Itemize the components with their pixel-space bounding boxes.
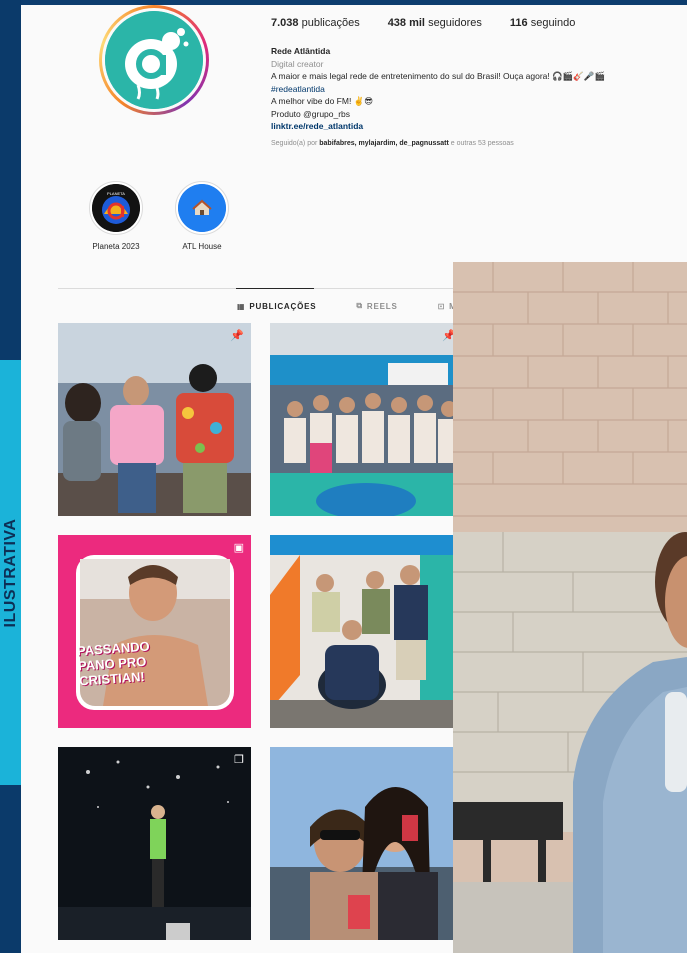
ilustrativa-label: ILUSTRATIVA: [1, 518, 19, 627]
atlantida-logo-icon: [105, 11, 203, 109]
reels-icon: ⧉: [356, 301, 363, 310]
post-image-concert: [58, 747, 251, 940]
bio-line-2: A melhor vibe do FM! ✌️😎: [271, 96, 374, 106]
following-count[interactable]: 116 seguindo: [510, 17, 575, 29]
followers-count[interactable]: 438 mil seguidores: [388, 17, 482, 29]
post-image-reel-cristian: [58, 535, 251, 728]
bio-link[interactable]: linktr.ee/rede_atlantida: [271, 120, 671, 133]
followed-by[interactable]: Seguido(a) por babifabres, mylajardim, d…: [271, 138, 671, 151]
post-thumbnail[interactable]: [270, 747, 463, 940]
reel-caption: PASSANDO PANO PRO CRISTIAN!: [76, 638, 151, 689]
post-thumbnail[interactable]: [270, 535, 463, 728]
tab-reels[interactable]: ⧉ REELS: [356, 301, 397, 311]
overlay-photo-image: [453, 262, 687, 953]
house-icon: [178, 184, 226, 232]
tab-publicacoes[interactable]: ▦ PUBLICAÇÕES: [237, 301, 316, 311]
post-thumbnail[interactable]: ❐: [58, 747, 251, 940]
profile-name: Rede Atlântida: [271, 46, 331, 56]
posts-count: 7.038 publicações: [271, 17, 360, 29]
active-tab-indicator: [236, 288, 314, 289]
post-image-chair: [270, 535, 463, 728]
post-image-group: [270, 323, 463, 516]
profile-bio: Rede Atlântida Digital creator A maior e…: [271, 45, 671, 150]
carousel-icon: ❐: [234, 754, 244, 766]
ilustrativa-label-band: ILUSTRATIVA: [0, 360, 21, 785]
post-image-selfie: [270, 747, 463, 940]
profile-avatar: [105, 11, 203, 109]
post-image-dancing: [58, 323, 251, 516]
planeta-atlantida-logo-icon: PLANETA: [92, 184, 140, 232]
post-thumbnail[interactable]: 📌: [58, 323, 251, 516]
profile-avatar-story-ring[interactable]: [99, 5, 209, 115]
profile-tabs: ▦ PUBLICAÇÕES ⧉ REELS ⊡ M: [237, 301, 457, 311]
bio-line-1: A maior e mais legal rede de entretenime…: [271, 71, 606, 81]
profile-category: Digital creator: [271, 58, 324, 69]
profile-stats: 7.038 publicações 438 mil seguidores 116…: [271, 17, 575, 29]
highlight-atl-house[interactable]: ATL House: [162, 181, 242, 251]
pin-icon: 📌: [230, 330, 244, 342]
grid-icon: ▦: [237, 301, 246, 311]
post-thumbnail[interactable]: 📌: [270, 323, 463, 516]
highlight-planeta-2023[interactable]: PLANETA Planeta 2023: [76, 181, 156, 251]
svg-text:PLANETA: PLANETA: [107, 191, 125, 196]
post-thumbnail[interactable]: PASSANDO PANO PRO CRISTIAN! ▣: [58, 535, 251, 728]
overlay-photo-man: [453, 262, 687, 953]
reels-icon: ▣: [233, 542, 244, 554]
bio-line-3: Produto @grupo_rbs: [271, 108, 351, 119]
tagged-icon: ⊡: [437, 301, 446, 311]
bio-hashtag[interactable]: #redeatlantida: [271, 83, 671, 96]
